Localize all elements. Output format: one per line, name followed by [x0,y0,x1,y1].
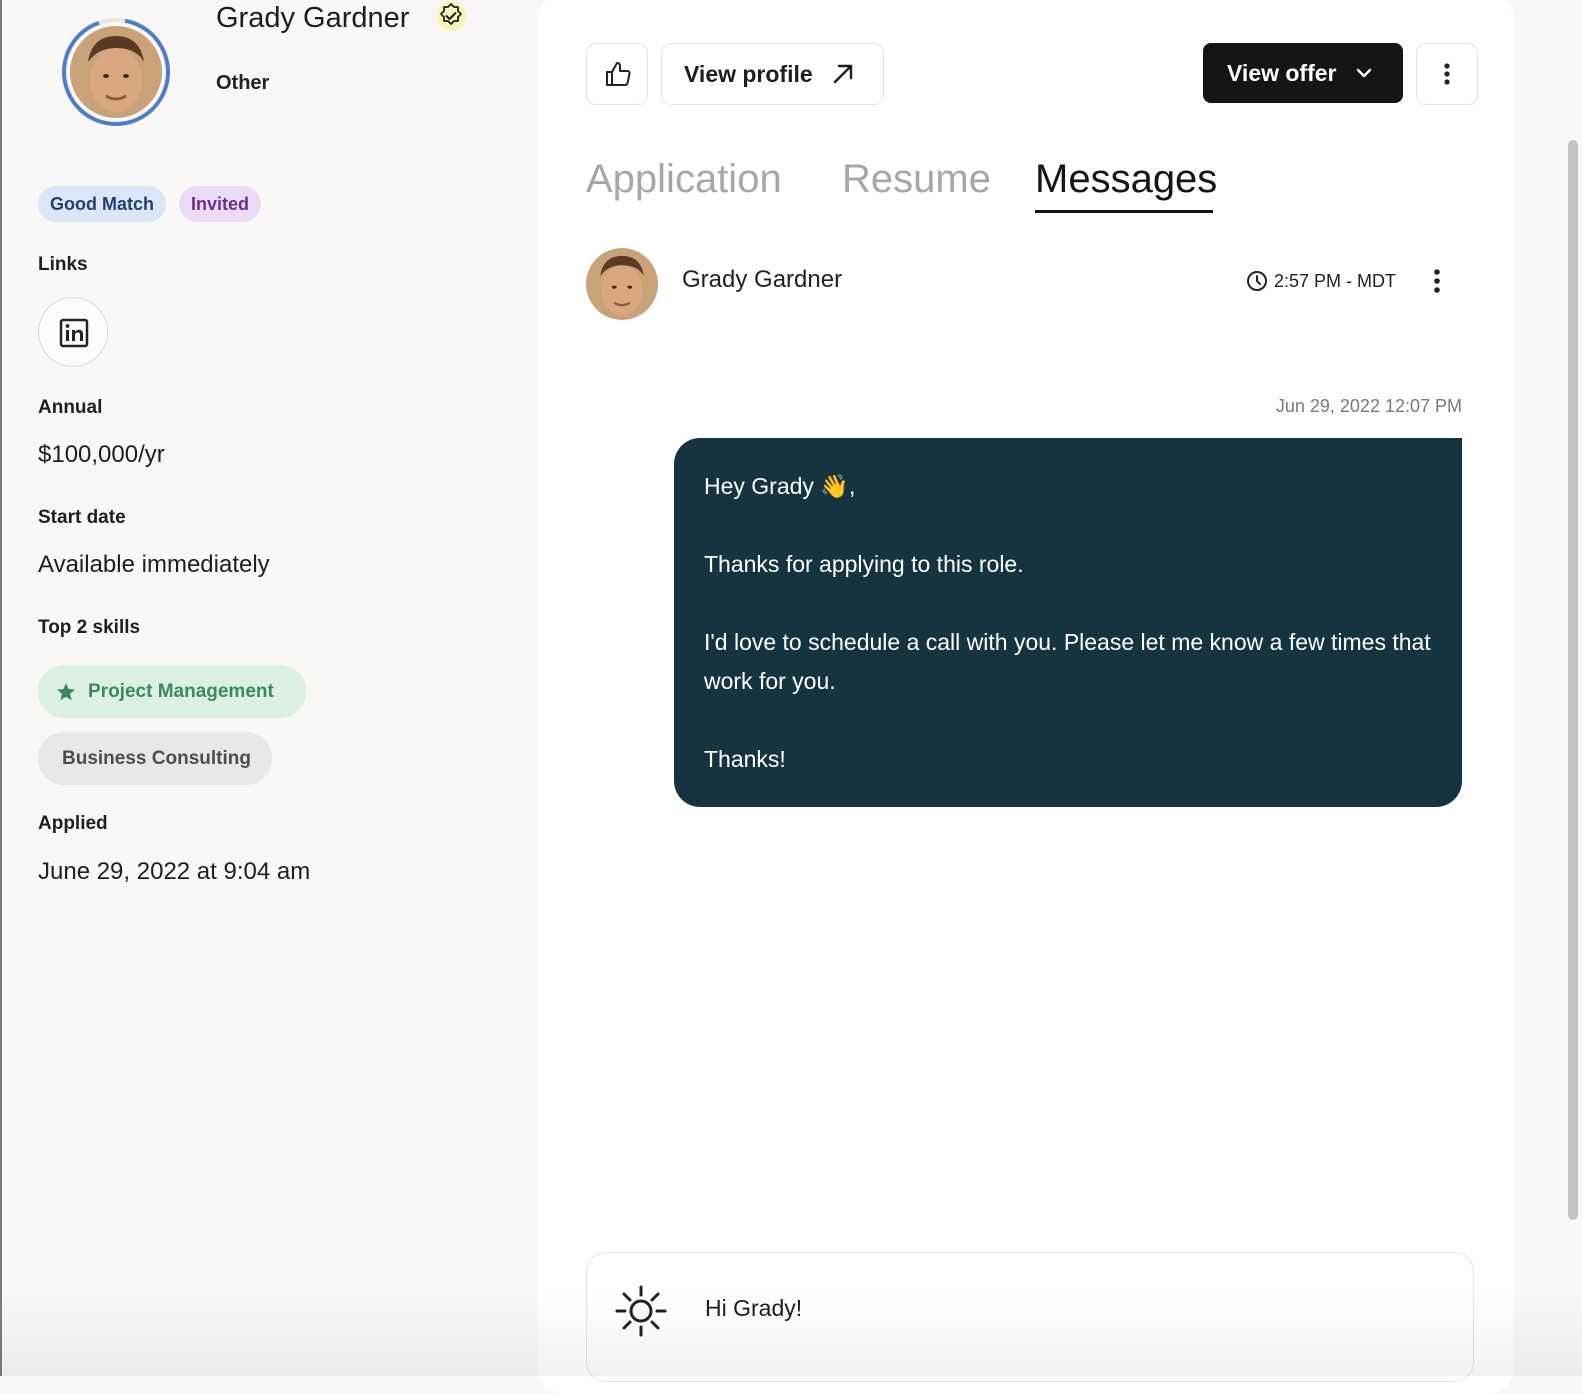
thread-time: 2:57 PM - MDT [1246,270,1396,292]
like-button[interactable] [586,43,648,105]
annual-label: Annual [38,397,103,418]
skill-business-consulting: Business Consulting [38,732,272,785]
good-match-badge: Good Match [38,186,166,222]
annual-value: $100,000/yr [38,441,165,468]
invited-badge: Invited [179,186,262,222]
chevron-down-icon [1356,68,1371,78]
message-timestamp: Jun 29, 2022 12:07 PM [1275,396,1462,416]
verified-badge-icon [435,0,467,32]
start-date-label: Start date [38,507,126,528]
kebab-icon [1444,63,1450,85]
active-tab-indicator [1035,210,1213,213]
message-bubble: Hey Grady 👋, Thanks for applying to this… [674,438,1462,807]
more-actions-button[interactable] [1416,43,1478,105]
tab-resume[interactable]: Resume [842,152,991,206]
detail-panel: View profile View offer Application Resu… [538,0,1514,1394]
message-composer[interactable] [586,1252,1474,1382]
candidate-subtitle: Other [216,72,270,94]
sparkle-gear-icon [615,1285,667,1337]
thumbs-up-icon [606,62,631,86]
skill-label: Project Management [88,680,274,702]
thread-options-button[interactable] [1433,268,1441,299]
linkedin-link[interactable] [38,297,108,367]
sender-avatar [586,248,658,320]
thread-time-label: 2:57 PM - MDT [1274,270,1397,291]
message-line: Thanks! [704,746,786,772]
applied-label: Applied [38,813,108,834]
page-scrollbar[interactable] [1568,140,1578,1220]
applied-value: June 29, 2022 at 9:04 am [38,858,311,885]
clock-icon [1247,271,1267,291]
view-profile-button[interactable]: View profile [661,43,884,105]
message-input[interactable] [705,1295,1405,1322]
tab-application[interactable]: Application [586,152,782,206]
skill-project-management: Project Management [38,665,306,718]
candidate-sidebar: Grady Gardner Other Good Match Invited L… [0,0,530,1376]
message-line: I'd love to schedule a call with you. Pl… [704,629,1431,694]
tab-messages[interactable]: Messages [1035,152,1217,206]
message-line: Hey Grady 👋, [704,473,856,499]
candidate-name: Grady Gardner [216,2,410,34]
message-line: Thanks for applying to this role. [704,551,1024,577]
arrow-up-right-icon [833,64,852,84]
top-skills-label: Top 2 skills [38,617,141,638]
view-profile-label: View profile [684,60,813,87]
candidate-avatar[interactable] [61,17,171,127]
view-offer-label: View offer [1227,59,1337,86]
start-date-value: Available immediately [38,551,270,578]
thread-sender-name: Grady Gardner [682,266,843,293]
view-offer-button[interactable]: View offer [1203,43,1403,103]
kebab-icon [1434,269,1440,293]
linkedin-icon [59,318,89,348]
star-icon [57,682,75,700]
avatar-photo [70,26,162,118]
skill-label: Business Consulting [62,747,251,769]
links-label: Links [38,254,88,275]
